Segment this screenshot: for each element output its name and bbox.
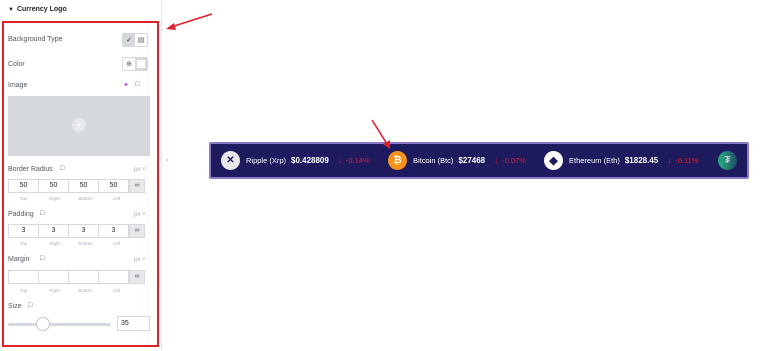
section-header-currency-logo[interactable]: ▼ Currency Logo bbox=[8, 6, 67, 13]
color-controls: ⊕ bbox=[122, 57, 148, 71]
padding-top-input[interactable]: 3 bbox=[8, 224, 39, 238]
dim-label-right: Right bbox=[49, 288, 60, 293]
padding-right-input[interactable]: 3 bbox=[38, 224, 69, 238]
coin-change: -0.07% bbox=[502, 156, 526, 165]
ethereum-icon: ◆ bbox=[544, 151, 563, 170]
dim-label-right: Right bbox=[49, 196, 60, 201]
down-arrow-icon: ↓ bbox=[667, 156, 672, 165]
dim-label-top: Top bbox=[19, 196, 28, 201]
margin-bottom-input[interactable] bbox=[68, 270, 99, 284]
image-upload-area[interactable]: + bbox=[8, 96, 150, 156]
crypto-ticker: ✕ Ripple (Xrp) $0.428809 ↓ -0.14% ₿ Bitc… bbox=[209, 142, 749, 179]
image-label: Image bbox=[8, 82, 28, 89]
padding-dim-labels: Top Right Bottom Left bbox=[8, 241, 134, 246]
border-radius-left-input[interactable]: 50 bbox=[98, 179, 129, 193]
margin-dim-labels: Top Right Bottom Left bbox=[8, 288, 134, 293]
caret-down-icon: ▼ bbox=[8, 6, 14, 13]
ticker-item-bitcoin[interactable]: ₿ Bitcoin (Btc) $27468 ↓ -0.07% bbox=[388, 144, 526, 177]
padding-left-input[interactable]: 3 bbox=[98, 224, 129, 238]
arrow-to-panel bbox=[166, 13, 213, 30]
margin-left-input[interactable] bbox=[98, 270, 129, 284]
padding-label: Padding bbox=[8, 211, 34, 218]
dim-label-bottom: Bottom bbox=[78, 196, 93, 201]
border-radius-bottom-input[interactable]: 50 bbox=[68, 179, 99, 193]
section-title: Currency Logo bbox=[16, 6, 67, 13]
ripple-x-icon: ✕ bbox=[221, 151, 240, 170]
brush-icon[interactable]: ✓ bbox=[123, 34, 135, 46]
border-radius-dim-labels: Top Right Bottom Left bbox=[8, 196, 134, 201]
bitcoin-icon: ₿ bbox=[388, 151, 407, 170]
coin-name: Ripple (Xrp) bbox=[246, 156, 287, 165]
link-icon[interactable]: ∞ bbox=[129, 270, 145, 284]
dim-label-bottom: Bottom bbox=[78, 241, 93, 246]
background-type-label: Background Type bbox=[8, 36, 63, 43]
padding-inputs: 3 3 3 3 ∞ bbox=[8, 224, 150, 238]
editor-panel: ▼ Currency Logo Background Type ✓ ▤ Colo… bbox=[0, 0, 162, 351]
margin-inputs: ∞ bbox=[8, 270, 150, 284]
desktop-icon[interactable]: □ bbox=[135, 81, 139, 88]
dim-label-left: Left bbox=[112, 196, 121, 201]
margin-top-input[interactable] bbox=[8, 270, 39, 284]
margin-unit[interactable]: px ˅ bbox=[134, 257, 146, 263]
size-slider-handle[interactable] bbox=[36, 317, 50, 331]
ticker-item-ripple[interactable]: ✕ Ripple (Xrp) $0.428809 ↓ -0.14% bbox=[221, 144, 370, 177]
border-radius-top-input[interactable]: 50 bbox=[8, 179, 39, 193]
size-slider-track[interactable] bbox=[8, 323, 111, 326]
dim-label-left: Left bbox=[112, 241, 121, 246]
coin-change: -0.11% bbox=[675, 156, 699, 165]
border-radius-inputs: 50 50 50 50 ∞ bbox=[8, 179, 150, 193]
ticker-fade-overlay bbox=[721, 144, 747, 177]
desktop-icon[interactable]: □ bbox=[28, 302, 32, 309]
background-type-toggle: ✓ ▤ bbox=[122, 33, 148, 47]
gradient-icon[interactable]: ▤ bbox=[135, 34, 147, 46]
padding-unit[interactable]: px ˅ bbox=[134, 212, 146, 218]
down-arrow-icon: ↓ bbox=[337, 156, 342, 165]
dim-label-bottom: Bottom bbox=[78, 288, 93, 293]
link-icon[interactable]: ∞ bbox=[129, 224, 145, 238]
ticker-item-ethereum[interactable]: ◆ Ethereum (Eth) $1828.45 ↓ -0.11% bbox=[544, 144, 698, 177]
padding-bottom-input[interactable]: 3 bbox=[68, 224, 99, 238]
border-radius-label: Border Radius bbox=[8, 166, 53, 173]
coin-change: -0.14% bbox=[345, 156, 370, 165]
dim-label-top: Top bbox=[19, 288, 28, 293]
coin-name: Ethereum (Eth) bbox=[569, 156, 620, 165]
globe-icon[interactable]: ⊕ bbox=[123, 58, 135, 70]
border-radius-unit[interactable]: px ˅ bbox=[134, 167, 146, 173]
desktop-icon[interactable]: □ bbox=[40, 210, 44, 217]
dim-label-top: Top bbox=[19, 241, 28, 246]
color-label: Color bbox=[8, 61, 25, 68]
margin-label: Margin bbox=[8, 256, 30, 263]
down-arrow-icon: ↓ bbox=[494, 156, 499, 165]
coin-price: $1828.45 bbox=[624, 156, 659, 165]
collapse-panel-chevron-icon[interactable]: ‹ bbox=[162, 153, 172, 169]
border-radius-right-input[interactable]: 50 bbox=[38, 179, 69, 193]
desktop-icon[interactable]: □ bbox=[60, 165, 64, 172]
desktop-icon[interactable]: □ bbox=[40, 255, 44, 262]
size-input[interactable]: 35 bbox=[117, 316, 150, 331]
add-image-icon[interactable]: + bbox=[72, 118, 86, 132]
ai-sparkle-icon[interactable]: ✦ bbox=[123, 81, 129, 89]
coin-price: $27468 bbox=[458, 156, 486, 165]
link-icon[interactable]: ∞ bbox=[129, 179, 145, 193]
dim-label-right: Right bbox=[49, 241, 60, 246]
coin-price: $0.428809 bbox=[291, 156, 329, 165]
margin-right-input[interactable] bbox=[38, 270, 69, 284]
color-swatch[interactable] bbox=[135, 58, 147, 70]
coin-name: Bitcoin (Btc) bbox=[413, 156, 454, 165]
dim-label-left: Left bbox=[112, 288, 121, 293]
size-label: Size bbox=[8, 303, 22, 310]
